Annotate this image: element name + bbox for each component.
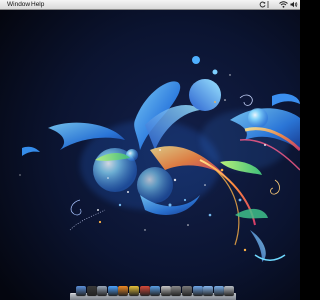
photos-icon[interactable]: [160, 286, 171, 296]
trash-icon[interactable]: [224, 286, 235, 296]
chrome-icon[interactable]: [129, 286, 139, 296]
menu-bar: Window Help: [0, 0, 300, 10]
wifi-icon[interactable]: [279, 0, 288, 9]
folder-icon[interactable]: [192, 286, 203, 296]
menu-window[interactable]: Window: [6, 0, 31, 9]
app-icon[interactable]: [139, 286, 150, 296]
finder-icon[interactable]: [76, 286, 86, 296]
itunes-icon[interactable]: [150, 286, 161, 296]
wallpaper-image: [0, 0, 300, 300]
separator-icon: [267, 0, 269, 9]
sync-icon[interactable]: [259, 0, 266, 9]
volume-icon[interactable]: [290, 0, 298, 9]
mail-icon[interactable]: [97, 286, 108, 296]
downloads-folder-icon[interactable]: [213, 286, 224, 296]
menu-help[interactable]: Help: [30, 0, 45, 9]
system-preferences-icon[interactable]: [182, 286, 192, 296]
safari-icon[interactable]: [107, 286, 118, 296]
dock: [70, 284, 236, 300]
dashboard-icon[interactable]: [86, 286, 97, 296]
preview-icon[interactable]: [171, 286, 182, 296]
firefox-icon[interactable]: [118, 286, 129, 296]
desktop: Window Help: [0, 0, 300, 300]
documents-folder-icon[interactable]: [203, 286, 214, 296]
